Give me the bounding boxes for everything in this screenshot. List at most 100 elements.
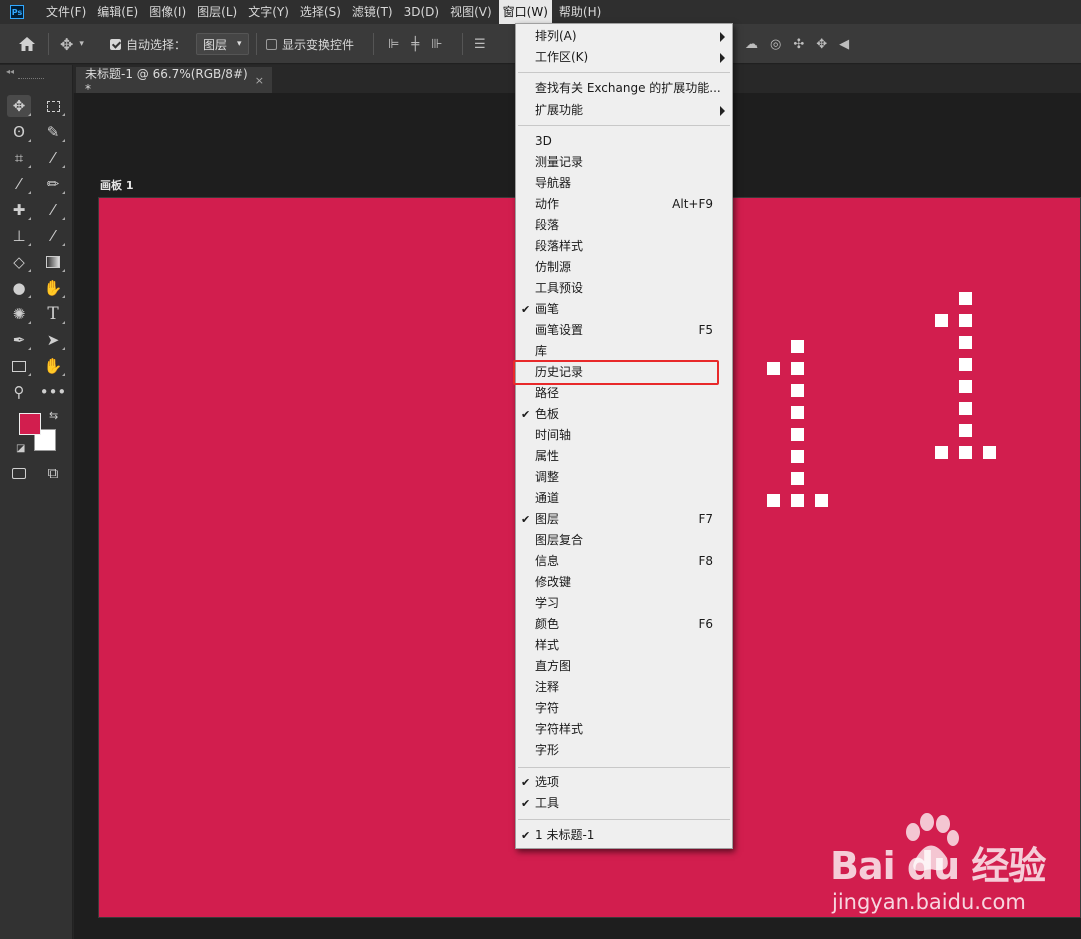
pencil-tool[interactable]: ✏ <box>41 173 65 195</box>
menu-file[interactable]: 文件(F) <box>42 0 90 24</box>
menu-item-measurement-log[interactable]: 测量记录 <box>516 152 732 173</box>
close-icon[interactable]: × <box>255 74 264 87</box>
menu-item-extensions[interactable]: 扩展功能 <box>516 100 732 121</box>
lasso-tool[interactable]: ʘ <box>7 121 31 143</box>
menu-item-tool-presets[interactable]: 工具预设 <box>516 278 732 299</box>
default-colors-icon[interactable]: ◪ <box>16 443 25 454</box>
pen-tool[interactable]: ✒ <box>7 329 31 351</box>
menu-layer[interactable]: 图层(L) <box>193 0 241 24</box>
menu-item-character-styles[interactable]: 字符样式 <box>516 719 732 740</box>
menu-filter[interactable]: 滤镜(T) <box>348 0 397 24</box>
eraser-tool[interactable]: ◇ <box>7 251 31 273</box>
crop-tool[interactable]: ⌗ <box>7 147 31 169</box>
menu-item-brushes[interactable]: ✔ 画笔 <box>516 299 732 320</box>
menu-item-workspace[interactable]: 工作区(K) <box>516 47 732 68</box>
healing-tool[interactable]: ✚ <box>7 199 31 221</box>
menu-image[interactable]: 图像(I) <box>145 0 190 24</box>
menu-item-brush-settings[interactable]: 画笔设置 F5 <box>516 320 732 341</box>
align-left-icon[interactable]: ⊫ <box>388 37 399 52</box>
screen-mode-button[interactable]: ⧉ <box>41 462 65 484</box>
align-top-icon[interactable]: ☰ <box>474 37 486 52</box>
menu-item-histogram[interactable]: 直方图 <box>516 656 732 677</box>
more-icon: ••• <box>39 383 67 401</box>
3d-orbit-icon[interactable]: ☁ <box>745 37 758 52</box>
eyedropper-tool[interactable]: ⁄ <box>41 147 65 169</box>
menu-separator <box>518 767 730 768</box>
type-tool[interactable]: T <box>41 303 65 325</box>
3d-roll-icon[interactable]: ◎ <box>770 37 781 52</box>
foreground-color-swatch[interactable] <box>19 413 41 435</box>
menu-item-paragraph-styles[interactable]: 段落样式 <box>516 236 732 257</box>
collapse-panel-icon[interactable]: ◂◂ <box>6 67 14 76</box>
menu-item-open-document[interactable]: ✔ 1 未标题-1 <box>516 825 732 846</box>
gradient-icon <box>46 256 60 268</box>
dodge-tool[interactable]: ✺ <box>7 303 31 325</box>
menu-item-clone-source[interactable]: 仿制源 <box>516 257 732 278</box>
menu-window[interactable]: 窗口(W) <box>498 0 552 24</box>
artboard-label[interactable]: 画板 1 <box>100 177 133 193</box>
history-brush-tool[interactable]: ⁄ <box>41 199 65 221</box>
hand-tool[interactable]: ✋ <box>41 355 65 377</box>
3d-pan-icon[interactable]: ✣ <box>793 37 804 52</box>
auto-select-target-dropdown[interactable]: 图层 ▾ <box>196 33 249 55</box>
menu-item-libraries[interactable]: 库 <box>516 341 732 362</box>
3d-slide-icon[interactable]: ✥ <box>816 37 827 52</box>
menu-item-options[interactable]: ✔ 选项 <box>516 772 732 793</box>
menu-item-actions[interactable]: 动作 Alt+F9 <box>516 194 732 215</box>
quick-mask-button[interactable] <box>7 462 31 484</box>
clone-stamp-tool[interactable]: ⊥ <box>7 225 31 247</box>
menu-item-glyphs[interactable]: 字形 <box>516 740 732 761</box>
menu-item-3d[interactable]: 3D <box>516 131 732 152</box>
hand-icon: ✋ <box>43 357 63 375</box>
menu-item-learn[interactable]: 学习 <box>516 593 732 614</box>
document-tab[interactable]: 未标题-1 @ 66.7%(RGB/8#) * × <box>76 66 272 96</box>
quick-select-tool[interactable]: ✎ <box>41 121 65 143</box>
menu-item-layer-comps[interactable]: 图层复合 <box>516 530 732 551</box>
menu-item-info[interactable]: 信息 F8 <box>516 551 732 572</box>
menu-item-notes[interactable]: 注释 <box>516 677 732 698</box>
marquee-tool[interactable] <box>41 95 65 117</box>
path-select-tool[interactable]: ➤ <box>41 329 65 351</box>
menu-item-modifier-keys[interactable]: 修改键 <box>516 572 732 593</box>
menu-3d[interactable]: 3D(D) <box>400 0 443 24</box>
blur-tool[interactable]: ● <box>7 277 31 299</box>
menu-item-find-exchange[interactable]: 查找有关 Exchange 的扩展功能... <box>516 78 732 99</box>
menu-item-properties[interactable]: 属性 <box>516 446 732 467</box>
align-center-icon[interactable]: ╪ <box>411 37 419 52</box>
document-tab-title: 未标题-1 @ 66.7%(RGB/8#) * <box>85 66 248 96</box>
align-right-icon[interactable]: ⊪ <box>431 37 442 52</box>
menu-view[interactable]: 视图(V) <box>446 0 496 24</box>
menu-help[interactable]: 帮助(H) <box>555 0 605 24</box>
move-tool-preset[interactable]: ✥ ▾ <box>60 24 84 64</box>
menu-item-arrange[interactable]: 排列(A) <box>516 26 732 47</box>
smudge-tool[interactable]: ✋ <box>41 277 65 299</box>
menu-item-navigator[interactable]: 导航器 <box>516 173 732 194</box>
menu-edit[interactable]: 编辑(E) <box>93 0 142 24</box>
menu-item-channels[interactable]: 通道 <box>516 488 732 509</box>
menu-item-character[interactable]: 字符 <box>516 698 732 719</box>
menu-item-timeline[interactable]: 时间轴 <box>516 425 732 446</box>
menu-item-tools[interactable]: ✔ 工具 <box>516 793 732 814</box>
menu-item-color[interactable]: 颜色 F6 <box>516 614 732 635</box>
3d-camera-icon[interactable]: ◀ <box>839 37 849 52</box>
gradient-tool[interactable] <box>41 251 65 273</box>
auto-select-checkbox[interactable] <box>110 38 121 50</box>
menu-item-swatches[interactable]: ✔ 色板 <box>516 404 732 425</box>
home-button[interactable] <box>18 24 36 64</box>
move-tool[interactable]: ✥ <box>7 95 31 117</box>
menu-item-paths[interactable]: 路径 <box>516 383 732 404</box>
zoom-tool[interactable]: ⚲ <box>7 381 31 403</box>
show-transform-checkbox[interactable] <box>266 38 277 50</box>
menu-type[interactable]: 文字(Y) <box>244 0 293 24</box>
menu-item-label: 修改键 <box>535 575 572 589</box>
art-history-tool[interactable]: ⁄ <box>41 225 65 247</box>
swap-colors-icon[interactable]: ⇆ <box>49 409 58 422</box>
menu-item-styles[interactable]: 样式 <box>516 635 732 656</box>
menu-select[interactable]: 选择(S) <box>296 0 345 24</box>
menu-item-paragraph[interactable]: 段落 <box>516 215 732 236</box>
menu-item-layers[interactable]: ✔ 图层 F7 <box>516 509 732 530</box>
brush-tool[interactable]: ⁄ <box>7 173 31 195</box>
rectangle-tool[interactable] <box>7 355 31 377</box>
more-tools[interactable]: ••• <box>39 381 67 403</box>
menu-item-adjustments[interactable]: 调整 <box>516 467 732 488</box>
